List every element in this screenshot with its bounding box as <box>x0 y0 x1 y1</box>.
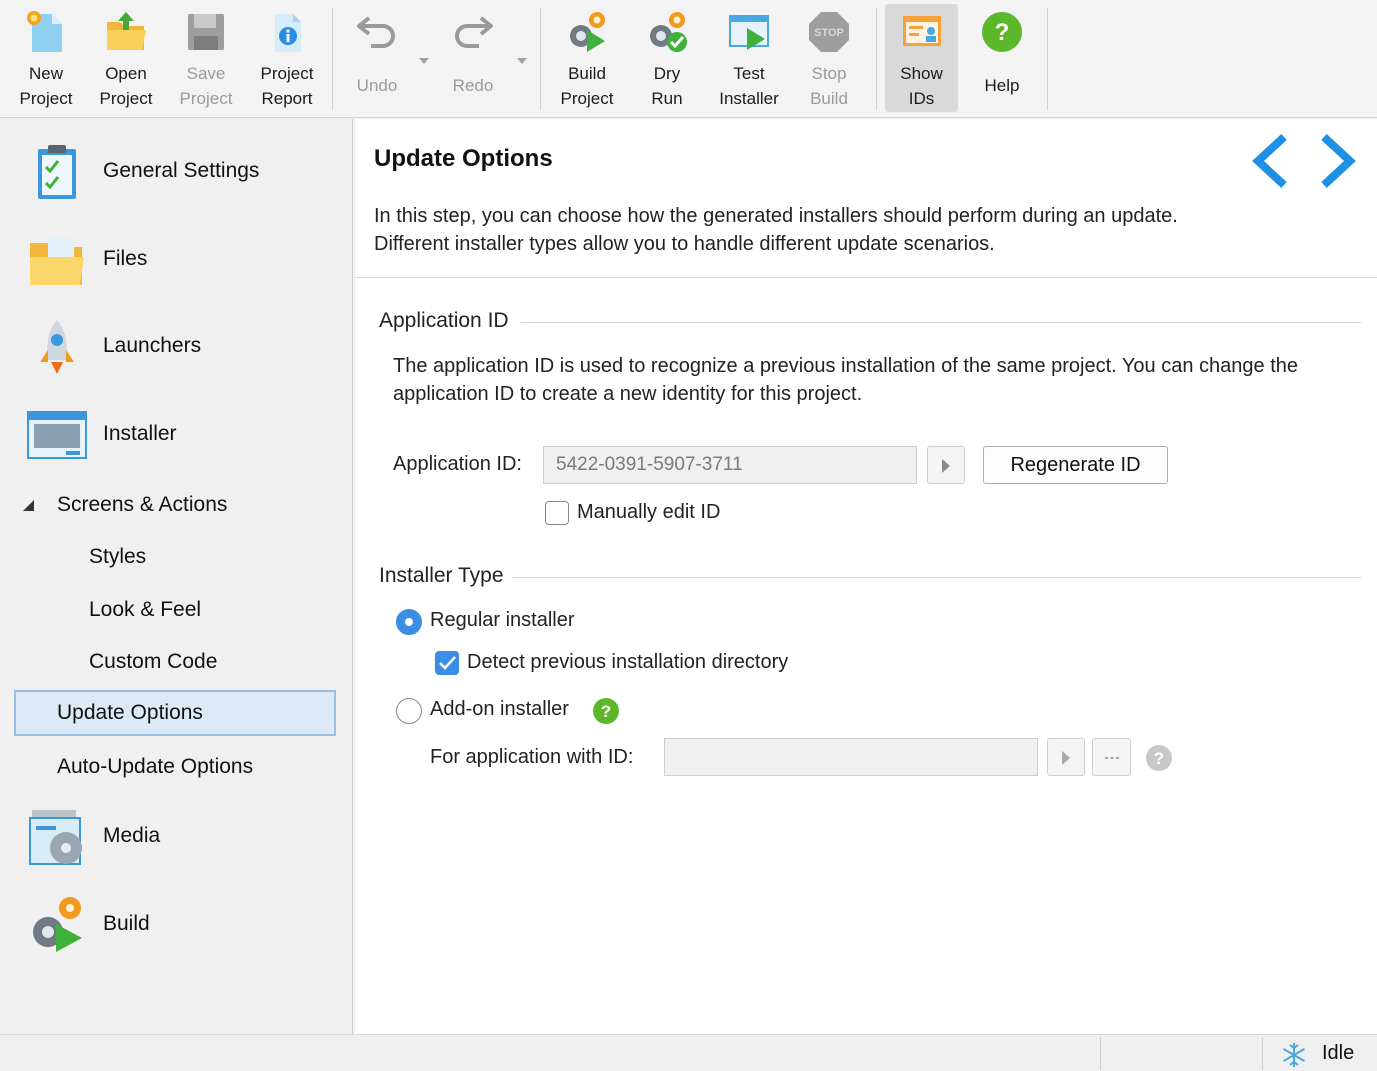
svg-text:STOP: STOP <box>814 27 844 39</box>
test-installer-button[interactable]: Test Installer <box>708 4 790 112</box>
new-project-button[interactable]: New Project <box>8 4 84 112</box>
snowflake-icon <box>1283 1043 1305 1067</box>
toolbar-separator <box>1047 8 1048 110</box>
stop-sign-icon: STOP <box>809 12 849 52</box>
svg-text:?: ? <box>1154 749 1164 768</box>
save-disk-icon <box>188 14 224 50</box>
detect-previous-directory-checkbox[interactable] <box>435 651 459 675</box>
stop-build-button[interactable]: STOP Stop Build <box>790 4 868 112</box>
folder-files-icon <box>30 237 84 285</box>
detect-previous-directory-label[interactable]: Detect previous installation directory <box>467 651 788 674</box>
show-ids-button[interactable]: Show IDs <box>885 4 958 112</box>
build-project-button[interactable]: Build Project <box>548 4 626 112</box>
sidebar-item-custom-code[interactable]: Custom Code <box>0 644 353 684</box>
new-project-icon <box>27 11 62 52</box>
disabled-help-icon: ? <box>1146 745 1172 771</box>
sidebar-item-launchers[interactable]: Launchers <box>0 314 353 380</box>
manually-edit-id-label[interactable]: Manually edit ID <box>577 501 720 524</box>
sidebar-item-styles[interactable]: Styles <box>0 539 353 579</box>
main-panel: Update Options In this step, you can cho… <box>355 119 1377 1034</box>
manually-edit-id-checkbox[interactable] <box>545 501 569 525</box>
collapse-triangle-icon[interactable] <box>22 499 34 511</box>
toolbar-separator <box>332 8 333 110</box>
sidebar-item-general-settings[interactable]: General Settings <box>0 139 353 205</box>
sidebar: General Settings Files Launchers Install… <box>0 119 353 1034</box>
status-separator <box>1100 1037 1101 1070</box>
regenerate-id-button[interactable]: Regenerate ID <box>983 446 1168 484</box>
toolbar-separator <box>876 8 877 110</box>
toolbar: New Project Open Project Save Project Proje… <box>0 0 1377 118</box>
installer-window-icon <box>27 411 87 459</box>
sidebar-item-media[interactable]: Media <box>0 804 353 870</box>
undo-dropdown-arrow[interactable] <box>419 58 429 64</box>
status-separator <box>1262 1037 1263 1070</box>
rocket-icon <box>40 320 74 374</box>
for-application-id-field[interactable] <box>664 738 1038 776</box>
show-ids-icon <box>902 16 941 46</box>
help-question-icon: ? <box>982 12 1022 52</box>
application-id-label: Application ID: <box>393 453 522 475</box>
media-disc-icon <box>29 810 82 865</box>
application-id-field[interactable]: 5422-0391-5907-3711 <box>543 446 917 484</box>
clipboard-checklist-icon <box>38 145 76 199</box>
installer-type-section-title: Installer Type <box>379 564 504 587</box>
checkmark-icon <box>439 656 456 670</box>
forward-arrow-icon[interactable] <box>1316 131 1360 191</box>
sidebar-item-update-options[interactable]: Update Options <box>14 690 336 736</box>
svg-text:?: ? <box>995 19 1010 46</box>
sidebar-item-files[interactable]: Files <box>0 227 353 293</box>
section-divider <box>512 577 1361 578</box>
sidebar-item-auto-update-options[interactable]: Auto-Update Options <box>0 749 353 789</box>
help-button[interactable]: ? Help <box>964 4 1040 112</box>
open-project-button[interactable]: Open Project <box>88 4 164 112</box>
page-description: In this step, you can choose how the gen… <box>374 205 1178 255</box>
build-gears-icon <box>33 897 82 952</box>
status-text: Idle <box>1322 1042 1355 1064</box>
play-arrow-icon <box>1062 751 1070 765</box>
status-bar: Idle <box>0 1034 1377 1071</box>
for-application-id-label: For application with ID: <box>430 746 634 768</box>
project-report-button[interactable]: Project Report <box>248 4 326 112</box>
sidebar-item-screens-actions[interactable]: Screens & Actions <box>0 487 353 527</box>
play-arrow-icon <box>942 459 950 473</box>
regular-installer-label[interactable]: Regular installer <box>430 609 575 632</box>
sidebar-item-look-feel[interactable]: Look & Feel <box>0 592 353 632</box>
build-gears-icon <box>570 12 605 52</box>
back-arrow-icon[interactable] <box>1248 131 1292 191</box>
browse-application-button[interactable] <box>1092 738 1131 776</box>
toolbar-separator <box>540 8 541 110</box>
ellipsis-icon <box>1105 757 1119 759</box>
test-installer-icon <box>729 15 769 50</box>
open-folder-icon <box>107 12 146 50</box>
report-info-icon <box>275 14 301 52</box>
addon-help-icon[interactable]: ? <box>592 697 620 725</box>
dry-run-gears-icon <box>650 12 687 52</box>
application-id-description: The application ID is used to recognize … <box>393 355 1299 405</box>
svg-text:?: ? <box>601 702 611 721</box>
redo-button[interactable]: Redo <box>434 4 512 112</box>
addon-installer-label[interactable]: Add-on installer <box>430 698 569 721</box>
application-id-section-title: Application ID <box>379 309 509 332</box>
sidebar-item-installer[interactable]: Installer <box>0 402 353 468</box>
dry-run-button[interactable]: Dry Run <box>628 4 706 112</box>
undo-button[interactable]: Undo <box>338 4 416 112</box>
redo-dropdown-arrow[interactable] <box>517 58 527 64</box>
regular-installer-radio[interactable] <box>396 609 422 635</box>
save-project-button[interactable]: Save Project <box>168 4 244 112</box>
application-id-menu-button[interactable] <box>927 446 965 484</box>
undo-arrow-icon <box>357 16 395 48</box>
section-divider <box>521 322 1361 323</box>
redo-arrow-icon <box>455 16 493 48</box>
for-application-id-menu-button[interactable] <box>1047 738 1085 776</box>
addon-installer-radio[interactable] <box>396 698 422 724</box>
sidebar-item-build[interactable]: Build <box>0 892 353 958</box>
page-title: Update Options <box>374 145 553 172</box>
page-header: Update Options In this step, you can cho… <box>355 119 1377 278</box>
